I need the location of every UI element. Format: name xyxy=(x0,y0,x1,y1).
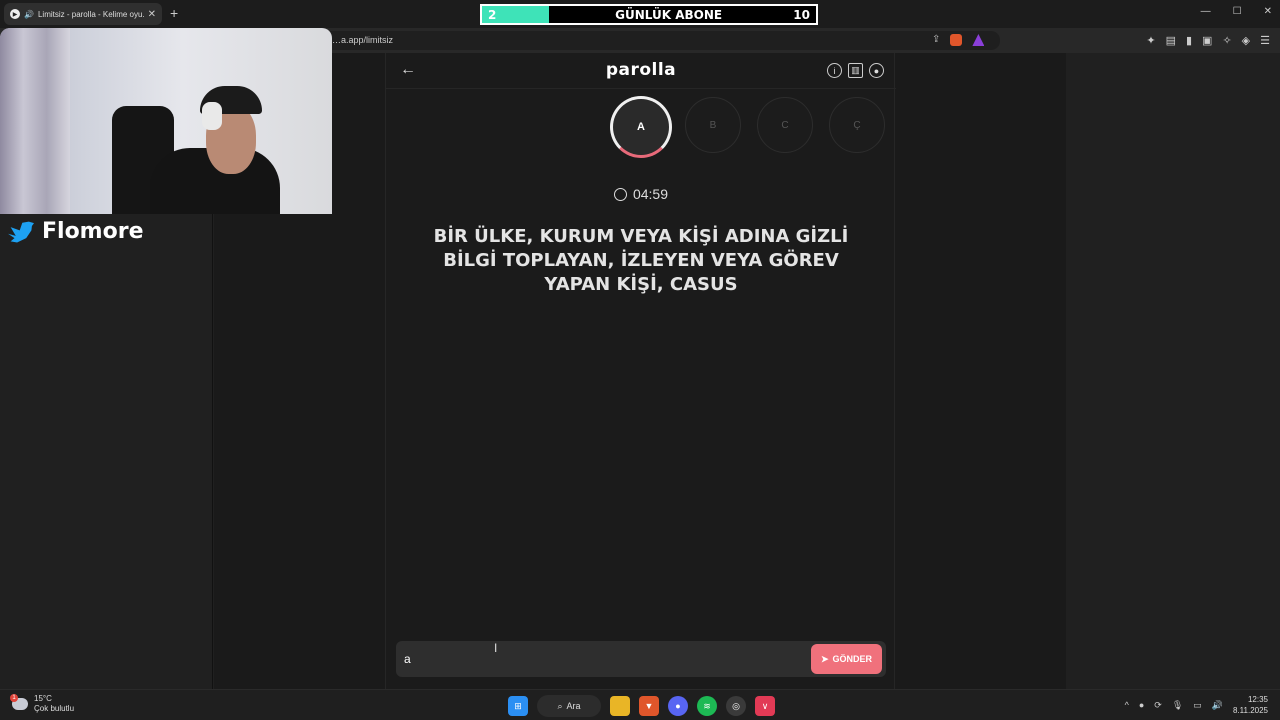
maximize-button[interactable]: ☐ xyxy=(1233,6,1242,17)
app-logo[interactable]: parolla xyxy=(386,60,896,80)
subscriber-goal-label: GÜNLÜK ABONE xyxy=(615,7,723,22)
minimize-button[interactable]: — xyxy=(1201,6,1211,17)
discord-icon[interactable]: ● xyxy=(668,696,688,716)
taskbar-apps: ⊞ ⌕ Ara ▼ ● ≋ ◎ ∨ xyxy=(508,695,775,717)
brave-shields-icon[interactable] xyxy=(950,34,963,46)
webcam-curtain xyxy=(0,28,70,214)
taskbar-clock[interactable]: 12:35 8.11.2025 xyxy=(1233,694,1268,716)
tray-app-icon[interactable]: ● xyxy=(1139,700,1144,710)
handle-name: Flomore xyxy=(42,219,144,244)
reader-icon[interactable]: ▤ xyxy=(1166,34,1176,47)
spotify-icon[interactable]: ≋ xyxy=(697,696,717,716)
webcam-headphones xyxy=(202,102,222,130)
leo-icon[interactable]: ✧ xyxy=(1222,34,1231,47)
sync-icon[interactable]: ⟳ xyxy=(1154,700,1162,711)
weather-badge: 1 xyxy=(10,694,18,702)
url-actions: ⇪ xyxy=(932,34,985,46)
tray-chevron-icon[interactable]: ^ xyxy=(1125,700,1129,710)
letter-circle-ç: Ç xyxy=(829,97,885,153)
volume-icon[interactable]: 🔊 xyxy=(1212,700,1223,711)
display-icon[interactable]: ▭ xyxy=(1193,700,1202,711)
microphone-icon[interactable]: 🎙 xyxy=(1172,700,1183,711)
menu-icon[interactable]: ☰ xyxy=(1260,34,1270,47)
tab-close-icon[interactable]: ✕ xyxy=(148,9,156,20)
timer-value: 04:59 xyxy=(632,186,669,202)
subscriber-goal-bar: 2 GÜNLÜK ABONE 10 xyxy=(480,4,818,25)
clock-icon xyxy=(613,188,627,201)
social-handle: Flomore xyxy=(8,219,144,244)
file-explorer-icon[interactable] xyxy=(610,696,630,716)
share-icon[interactable]: ⇪ xyxy=(932,34,940,46)
timer: 04:59 xyxy=(386,186,896,202)
window-controls: — ☐ ✕ xyxy=(1201,6,1272,17)
weather-temperature: 15°C xyxy=(34,694,52,703)
letter-circle-a: A xyxy=(610,96,672,158)
letter-circle-c: C xyxy=(757,97,813,153)
wallet-icon[interactable]: ▣ xyxy=(1202,34,1212,47)
profile-icon[interactable]: ● xyxy=(869,63,884,78)
right-panel xyxy=(1066,53,1280,689)
answer-input[interactable] xyxy=(404,641,804,677)
taskbar-search-label: Ara xyxy=(566,701,581,711)
stats-icon[interactable]: ▥ xyxy=(848,63,863,78)
app-header: ← parolla i ▥ ● xyxy=(386,53,896,89)
subscriber-current: 2 xyxy=(488,7,497,22)
left-panel xyxy=(0,214,213,689)
letter-circle-b: B xyxy=(685,97,741,153)
taskbar-time: 12:35 xyxy=(1247,695,1268,704)
close-window-button[interactable]: ✕ xyxy=(1264,6,1272,17)
streaming-app-icon[interactable]: ∨ xyxy=(755,696,775,716)
brave-rewards-icon[interactable] xyxy=(972,34,985,46)
info-icon[interactable]: i xyxy=(827,63,842,78)
webcam-overlay xyxy=(0,28,332,214)
screen: ▶ 🔊 Limitsiz - parolla - Kelime oyu... ✕… xyxy=(0,0,1280,720)
brave-browser-icon[interactable]: ▼ xyxy=(639,696,659,716)
extensions-icon[interactable]: ✦ xyxy=(1146,34,1155,47)
twitter-icon xyxy=(8,221,34,243)
sidebar-icon[interactable]: ▮ xyxy=(1186,34,1192,47)
send-label: GÖNDER xyxy=(832,654,872,664)
toolbar-icons: ✦ ▤ ▮ ▣ ✧ ◈ ☰ xyxy=(1146,34,1270,47)
answer-form: ➤ GÖNDER xyxy=(396,641,886,677)
system-tray: ^ ● ⟳ 🎙 ▭ 🔊 12:35 8.11.2025 xyxy=(1125,694,1268,716)
send-button[interactable]: ➤ GÖNDER xyxy=(810,644,882,674)
taskbar: 1 15°C Çok bulutlu ⊞ ⌕ Ara ▼ ● ≋ ◎ ∨ ^ ●… xyxy=(0,689,1280,720)
new-tab-button[interactable]: + xyxy=(170,5,178,21)
cloud-icon: 1 xyxy=(10,694,28,710)
play-icon: ▶ xyxy=(10,9,20,19)
search-icon: ⌕ xyxy=(557,700,563,711)
speaker-icon[interactable]: 🔊 xyxy=(24,10,34,19)
vpn-icon[interactable]: ◈ xyxy=(1242,34,1250,47)
header-actions: i ▥ ● xyxy=(827,63,884,78)
subscriber-goal-target: 10 xyxy=(793,7,810,22)
obs-icon[interactable]: ◎ xyxy=(726,696,746,716)
parolla-app: ← parolla i ▥ ● A B C Ç 04:59 BİR ÜLKE, … xyxy=(385,53,896,689)
tab-title: Limitsiz - parolla - Kelime oyu... xyxy=(37,9,144,19)
question-text: BİR ÜLKE, KURUM VEYA KİŞİ ADINA GİZLİ Bİ… xyxy=(433,226,849,295)
taskbar-search[interactable]: ⌕ Ara xyxy=(537,695,601,717)
send-icon: ➤ xyxy=(820,653,829,664)
taskbar-date: 8.11.2025 xyxy=(1233,706,1268,715)
browser-tab[interactable]: ▶ 🔊 Limitsiz - parolla - Kelime oyu... ✕ xyxy=(4,3,162,25)
windows-start-icon[interactable]: ⊞ xyxy=(508,696,528,716)
url-field[interactable]: …a.app/limitsiz xyxy=(300,31,1000,50)
weather-condition: Çok bulutlu xyxy=(34,704,75,713)
weather-widget[interactable]: 1 15°C Çok bulutlu xyxy=(10,694,75,714)
text-cursor-icon: I xyxy=(494,641,498,655)
